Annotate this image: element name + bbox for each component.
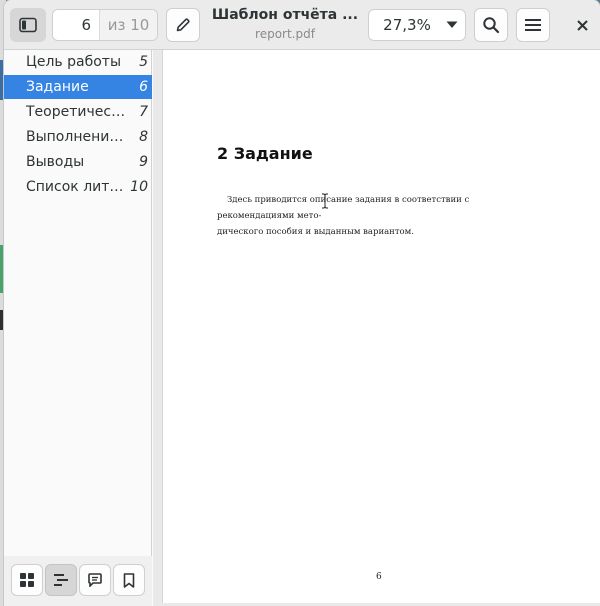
chevron-down-icon — [439, 21, 465, 29]
outline-item-label: Выводы — [26, 154, 85, 170]
outline-item[interactable]: Цель работы 5 — [4, 50, 152, 74]
body-line: дического пособия и выданным вариантом. — [217, 227, 414, 237]
outline-item[interactable]: Выводы 9 — [4, 150, 152, 174]
sidebar: Цель работы 5 Задание 6 Теоретичес… 7 Вы… — [4, 50, 152, 606]
bookmark-icon — [123, 572, 135, 588]
sidebar-view-switcher — [4, 556, 152, 606]
outline-item-label: Выполнение… — [26, 129, 126, 145]
annotate-button[interactable] — [166, 8, 200, 42]
window-title: Шаблон отчёта ... report.pdf — [210, 7, 360, 41]
outline-item-label: Задание — [26, 79, 89, 95]
document-filename: report.pdf — [255, 27, 315, 41]
outline-item-page: 9 — [139, 154, 148, 170]
grid-icon — [20, 573, 34, 587]
bookmarks-view-button[interactable] — [113, 564, 145, 596]
page-number-entry: из 10 — [52, 9, 158, 41]
document-page: 2 Задание Здесь приводится описание зада… — [162, 50, 600, 603]
section-body: Здесь приводится описание задания в соот… — [217, 192, 547, 240]
pencil-icon — [176, 18, 190, 32]
main-menu-button[interactable] — [516, 8, 550, 42]
sidebar-toggle-button[interactable] — [10, 8, 46, 42]
hamburger-menu-icon — [525, 19, 541, 31]
outline-item[interactable]: Выполнение… 8 — [4, 125, 152, 149]
page-footer-number: 6 — [376, 572, 382, 582]
header-bar: из 10 Шаблон отчёта ... report.pdf 27,3% — [4, 0, 600, 50]
thumbnails-view-button[interactable] — [11, 564, 43, 596]
outline-item-page: 10 — [130, 179, 148, 195]
outline-item-page: 5 — [139, 54, 148, 70]
document-viewer-window: из 10 Шаблон отчёта ... report.pdf 27,3% — [4, 0, 600, 606]
sidebar-show-icon — [19, 17, 37, 33]
outline-icon — [54, 574, 68, 586]
outline-item-page: 7 — [139, 104, 148, 120]
outline-item-selected[interactable]: Задание 6 — [4, 75, 152, 99]
zoom-value: 27,3% — [383, 16, 431, 34]
outline-view-button[interactable] — [45, 564, 77, 596]
comment-icon — [88, 573, 102, 587]
document-view[interactable]: 2 Задание Здесь приводится описание зада… — [153, 50, 600, 606]
annotations-view-button[interactable] — [79, 564, 111, 596]
text-cursor-icon — [322, 193, 328, 209]
outline-item-page: 6 — [139, 79, 148, 95]
outline-item-page: 8 — [139, 129, 148, 145]
body-line: Здесь приводится описание задания в соот… — [217, 195, 470, 221]
outline-item[interactable]: Список лите… 10 — [4, 175, 152, 199]
total-pages-label: из 10 — [99, 10, 157, 40]
search-button[interactable] — [474, 8, 508, 42]
search-icon — [483, 17, 500, 34]
section-heading: 2 Задание — [217, 144, 313, 163]
outline-item-label: Цель работы — [26, 54, 122, 70]
document-title: Шаблон отчёта ... — [211, 7, 359, 23]
current-page-input[interactable] — [53, 10, 99, 40]
close-button[interactable] — [570, 8, 594, 42]
outline-item-label: Теоретичес… — [26, 104, 126, 120]
outline-item-label: Список лите… — [26, 179, 126, 195]
outline-item[interactable]: Теоретичес… 7 — [4, 100, 152, 124]
close-icon — [576, 19, 588, 31]
zoom-dropdown[interactable]: 27,3% — [368, 9, 466, 41]
